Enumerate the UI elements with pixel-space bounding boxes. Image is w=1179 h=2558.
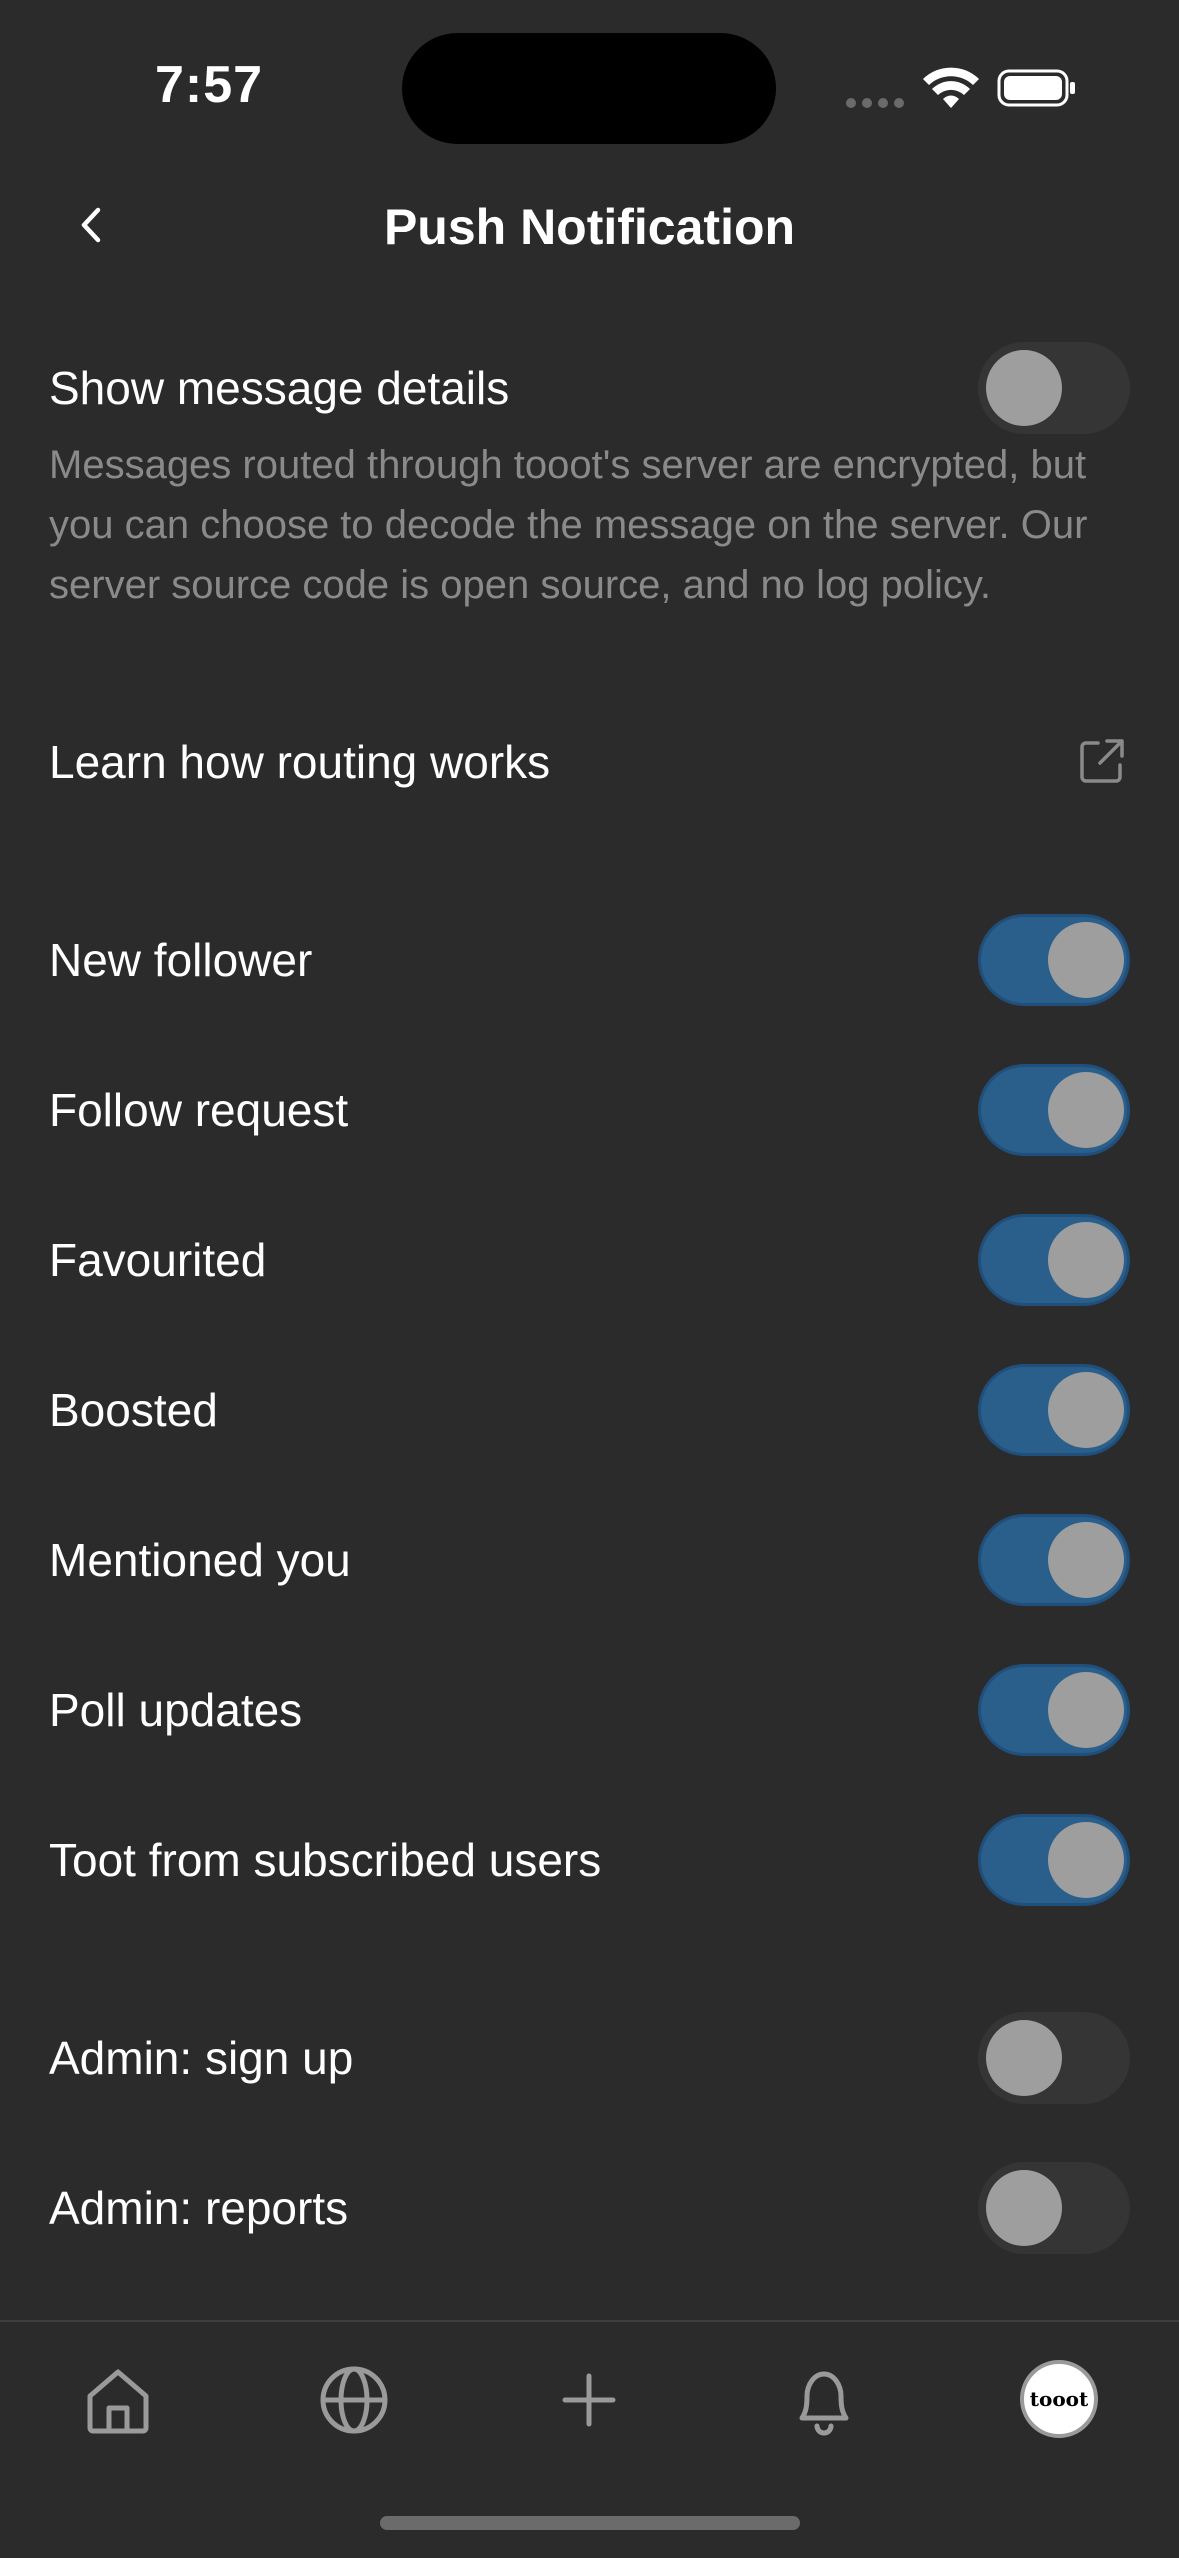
subscribed-users-toggle[interactable] — [978, 1814, 1130, 1906]
toggle-knob — [1048, 922, 1124, 998]
notification-label: Favourited — [49, 1234, 267, 1286]
admin-label: Admin: sign up — [49, 2032, 354, 2084]
toggle-knob — [1048, 1372, 1124, 1448]
notification-label: Mentioned you — [49, 1534, 351, 1586]
tab-compose[interactable] — [549, 2360, 629, 2440]
notification-row-poll-updates: Poll updates — [0, 1660, 1179, 1760]
learn-routing-link[interactable]: Learn how routing works — [0, 712, 1179, 812]
new-follower-toggle[interactable] — [978, 914, 1130, 1006]
status-bar: 7:57 — [0, 0, 1179, 150]
status-time: 7:57 — [155, 56, 264, 114]
notification-row-favourited: Favourited — [0, 1210, 1179, 1310]
toggle-knob — [1048, 1522, 1124, 1598]
tab-notifications[interactable] — [784, 2360, 864, 2440]
notification-label: Toot from subscribed users — [49, 1834, 602, 1886]
home-icon — [87, 2369, 149, 2434]
tab-explore[interactable] — [314, 2360, 394, 2440]
notification-row-mentioned: Mentioned you — [0, 1510, 1179, 1610]
globe-icon — [320, 2366, 388, 2434]
tab-home[interactable] — [78, 2360, 158, 2440]
profile-avatar[interactable]: tooot — [1020, 2360, 1098, 2438]
toggle-knob — [986, 2170, 1062, 2246]
dynamic-island — [402, 33, 776, 144]
poll-updates-toggle[interactable] — [978, 1664, 1130, 1756]
toggle-knob — [1048, 1822, 1124, 1898]
favourited-toggle[interactable] — [978, 1214, 1130, 1306]
notification-row-follow-request: Follow request — [0, 1060, 1179, 1160]
notification-row-boosted: Boosted — [0, 1360, 1179, 1460]
follow-request-toggle[interactable] — [978, 1064, 1130, 1156]
notification-label: Poll updates — [49, 1684, 303, 1736]
notification-label: New follower — [49, 934, 313, 986]
admin-row-reports: Admin: reports — [0, 2158, 1179, 2258]
admin-row-sign-up: Admin: sign up — [0, 2008, 1179, 2108]
toggle-knob — [986, 2020, 1062, 2096]
notification-row-subscribed: Toot from subscribed users — [0, 1810, 1179, 1910]
home-indicator — [380, 2516, 800, 2530]
admin-sign-up-toggle[interactable] — [978, 2012, 1130, 2104]
nav-header: Push Notification — [0, 180, 1179, 270]
show-message-details-toggle[interactable] — [978, 342, 1130, 434]
toggle-knob — [1048, 1072, 1124, 1148]
cellular-signal-icon — [846, 95, 910, 113]
toggle-knob — [1048, 1672, 1124, 1748]
show-message-details-label: Show message details — [49, 362, 510, 414]
plus-icon — [562, 2373, 616, 2427]
notification-label: Boosted — [49, 1384, 218, 1436]
bell-icon — [799, 2371, 849, 2436]
learn-routing-label: Learn how routing works — [49, 736, 551, 788]
boosted-toggle[interactable] — [978, 1364, 1130, 1456]
notification-label: Follow request — [49, 1084, 349, 1136]
toggle-knob — [986, 350, 1062, 426]
show-message-details-row: Show message details — [0, 338, 1179, 438]
wifi-icon — [923, 67, 979, 108]
mentioned-you-toggle[interactable] — [978, 1514, 1130, 1606]
notification-row-new-follower: New follower — [0, 910, 1179, 1010]
battery-icon — [997, 69, 1075, 107]
external-link-icon — [1080, 739, 1124, 783]
page-title: Push Notification — [383, 199, 796, 255]
toggle-knob — [1048, 1222, 1124, 1298]
message-details-description: Messages routed through tooot's server a… — [49, 443, 1088, 607]
admin-reports-toggle[interactable] — [978, 2162, 1130, 2254]
admin-label: Admin: reports — [49, 2182, 349, 2234]
